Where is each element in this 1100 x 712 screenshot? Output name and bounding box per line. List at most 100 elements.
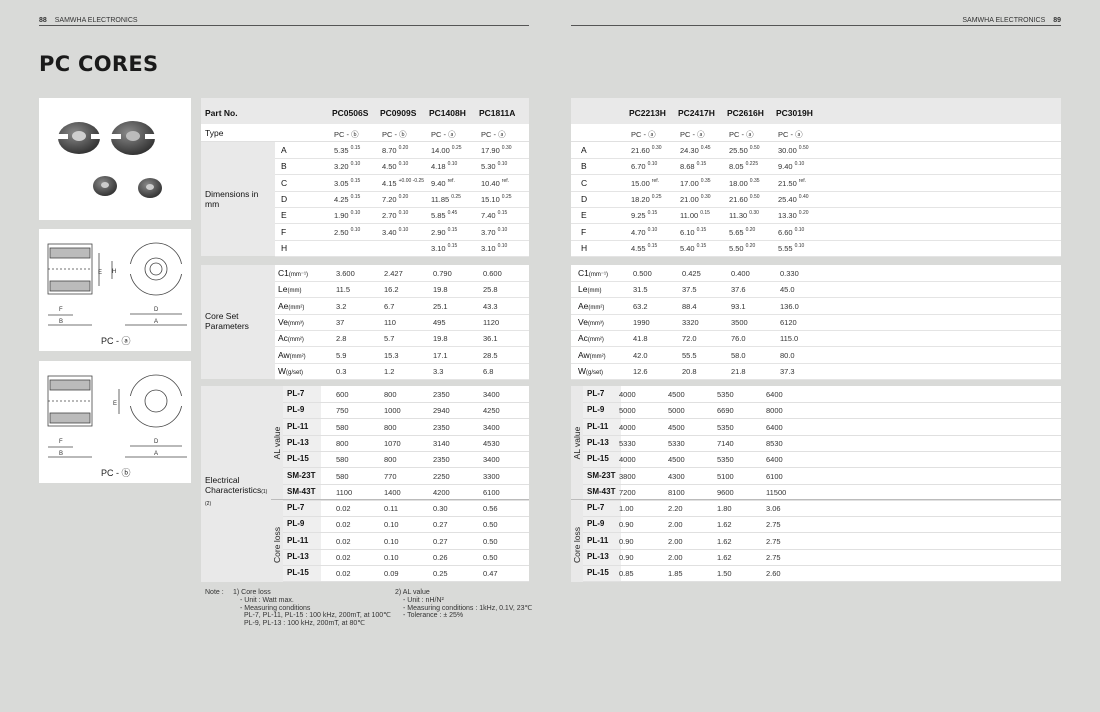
param-value: 43.3 <box>483 301 498 311</box>
param-key: Ae(mm²) <box>578 301 604 311</box>
dimension-value: 9.40 0.10 <box>778 161 804 172</box>
al-value: 800 <box>384 390 397 399</box>
value: 8.05 <box>729 162 744 172</box>
al-value: 1100 <box>336 487 353 497</box>
value: 11.85 <box>431 194 450 204</box>
param-name: W <box>578 365 587 376</box>
table-row <box>583 386 1061 403</box>
value: 15.00 <box>631 178 650 188</box>
dimension-value: 9.25 0.15 <box>631 210 657 221</box>
param-value: 115.0 <box>780 334 799 344</box>
al-key: PL-9 <box>587 405 605 415</box>
param-value: 63.2 <box>633 301 648 311</box>
table-row <box>583 533 1061 550</box>
al-value: 3140 <box>433 438 450 448</box>
param-name: Ve <box>278 316 288 327</box>
param-value: 0.3 <box>336 366 347 376</box>
tolerance: 0.30 <box>651 145 662 151</box>
value: 9.25 <box>631 211 646 221</box>
part-number: PC2616H <box>727 108 764 118</box>
dimension-value: 3.40 0.10 <box>382 227 408 237</box>
tolerance: 0.30 <box>501 145 512 151</box>
param-value: 11.5 <box>336 285 351 295</box>
part-number: PC1408H <box>429 108 466 118</box>
loss-value: 0.09 <box>384 569 399 579</box>
al-value: 2350 <box>433 390 450 399</box>
tolerance: 0.25 <box>651 193 662 200</box>
param-unit: (mm²) <box>289 353 306 360</box>
param-unit: (g/set) <box>286 369 304 376</box>
dimension-value: 7.40 0.15 <box>481 210 507 220</box>
table-row <box>583 516 1061 534</box>
al-value: 9600 <box>717 487 734 497</box>
param-name: Aw <box>578 349 590 360</box>
param-name: Ae <box>278 300 289 311</box>
part-type: PC - ⓐ <box>481 130 506 139</box>
loss-value: 0.02 <box>336 504 351 514</box>
tolerance: 0.10 <box>647 161 658 168</box>
dimension-value: 11.30 0.30 <box>729 210 759 220</box>
value: 24.30 <box>680 146 699 155</box>
al-value: 5000 <box>668 406 685 416</box>
al-value: 1000 <box>384 406 401 416</box>
value: 4.15 <box>382 178 397 188</box>
tolerance: 0.15 <box>696 242 707 249</box>
dimension-value: 21.00 0.30 <box>680 194 711 204</box>
param-unit: (mm²) <box>587 337 604 344</box>
diagram-pc-b: E F B D A <box>47 374 187 458</box>
dimension-value: 17.00 0.35 <box>680 178 711 188</box>
param-unit: (mm) <box>587 288 602 295</box>
param-unit: (mm⁻¹) <box>588 272 609 278</box>
tolerance: 0.20 <box>798 210 809 217</box>
param-value: 2.8 <box>336 334 347 344</box>
value: 9.40 <box>778 162 793 172</box>
al-value: 8100 <box>668 487 685 497</box>
tolerance: 0.20 <box>398 193 409 200</box>
part-number: PC0909S <box>380 108 417 118</box>
param-value: 1990 <box>633 317 650 327</box>
al-value: 4500 <box>668 390 685 399</box>
al-value: 6100 <box>483 487 500 497</box>
al-value: 800 <box>384 455 397 465</box>
al-value: 3400 <box>483 455 500 465</box>
dimension-value: 5.55 0.10 <box>778 243 804 253</box>
param-key: Ve(mm³) <box>278 317 304 327</box>
dimension-value: 11.85 0.25 <box>431 194 461 204</box>
value: 3.10 <box>431 243 446 253</box>
param-value: 21.8 <box>731 366 746 376</box>
part-type: PC - ⓑ <box>382 130 407 139</box>
dimension-value: 25.40 0.40 <box>778 194 809 204</box>
loss-value: 0.10 <box>384 520 399 530</box>
part-number: PC1811A <box>479 108 516 118</box>
dimension-key: C <box>281 177 288 188</box>
loss-value: 0.56 <box>483 504 498 514</box>
al-value: 2350 <box>433 455 450 465</box>
al-value: 7140 <box>717 438 734 448</box>
param-name: Ae <box>578 300 589 311</box>
dimension-value: 5.50 0.20 <box>729 243 755 253</box>
tolerance: 0.10 <box>447 161 458 168</box>
param-unit: (mm) <box>287 288 302 295</box>
al-value: 4500 <box>668 455 685 465</box>
value: 21.60 <box>729 194 748 204</box>
dimension-value: 17.90 0.30 <box>481 145 512 155</box>
param-name: Ac <box>278 333 288 344</box>
value: 2.90 <box>431 227 446 237</box>
dimension-value: 4.25 0.15 <box>334 194 360 204</box>
tolerance: 0.15 <box>350 177 361 184</box>
al-value: 3400 <box>483 422 500 432</box>
dimension-value: 3.10 0.15 <box>431 243 457 253</box>
param-value: 3.600 <box>336 269 355 278</box>
param-value: 55.5 <box>682 350 697 360</box>
param-name: Ve <box>578 316 588 327</box>
value: 5.55 <box>778 243 793 253</box>
part-number: PC2417H <box>678 108 715 118</box>
al-key: SM-23T <box>287 470 316 480</box>
core-loss-vertical-label: Core loss <box>272 527 282 563</box>
caption-pc-a: PC - ⓐ <box>101 336 131 346</box>
param-value: 72.0 <box>682 334 697 344</box>
tolerance: 0.10 <box>398 210 409 217</box>
param-unit: (mm²) <box>589 353 606 360</box>
note-al-body: - Unit : nH/N² - Measuring conditions : … <box>403 597 532 620</box>
dimension-value: 8.05 0.225 <box>729 161 758 172</box>
